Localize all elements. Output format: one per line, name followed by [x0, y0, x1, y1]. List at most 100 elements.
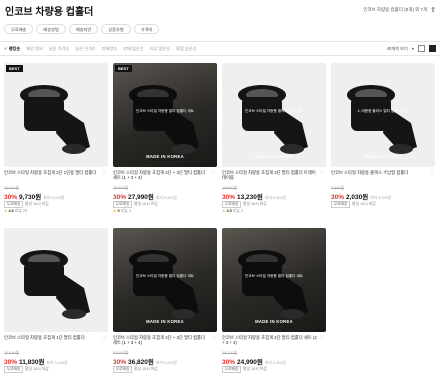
- sort-option[interactable]: 판매 많은순: [123, 46, 143, 52]
- product-image[interactable]: BEST 인코브 스타일 차량용 멀티 컵홀더 세트 MADE IN KOREA: [113, 63, 217, 167]
- sort-option[interactable]: 제안 정보: [26, 46, 43, 52]
- sale-price: 27,990원: [128, 194, 154, 201]
- made-in-korea-label: MADE IN KOREA: [255, 319, 293, 324]
- product-image[interactable]: 인코브 스타일 차량용 멀티 컵홀더 세트 MADE IN KOREA: [113, 228, 217, 332]
- heart-icon[interactable]: ♡: [102, 335, 107, 342]
- review-count: 리뷰 29: [14, 209, 28, 213]
- review-count: 리뷰 3: [120, 209, 131, 213]
- rating-value: 4.5: [226, 209, 232, 213]
- product-image[interactable]: BEST: [4, 63, 108, 167]
- shipping-tags: 무료배송 평일 16시 마감: [222, 201, 267, 208]
- list-view-icon[interactable]: [418, 45, 425, 52]
- shipping-tags: 무료배송 평일 16시 마감: [113, 366, 158, 373]
- shipping-deadline: 평일 16시 마감: [24, 202, 49, 206]
- free-shipping-tag: 무료배송: [222, 201, 241, 208]
- review-count: 리뷰 2: [232, 209, 243, 213]
- filter-chip[interactable]: 배송방법: [36, 24, 66, 34]
- filter-chip[interactable]: 무료배송: [4, 24, 34, 34]
- star-icon: ★: [113, 209, 117, 213]
- product-image-shape: [129, 85, 199, 154]
- shipping-deadline: 평일 16시 마감: [133, 202, 158, 206]
- sort-option[interactable]: 높은 가격순: [75, 46, 95, 52]
- discount-rate: 30%: [222, 359, 236, 366]
- heart-icon[interactable]: ♡: [211, 170, 216, 177]
- heart-icon[interactable]: ♡: [320, 335, 325, 342]
- view-controls: 40개씩 보기 ▾: [387, 45, 436, 52]
- heart-icon[interactable]: ♡: [320, 170, 325, 177]
- product-image[interactable]: 4, 대용량 플러스 멀티 컵홀더 수납 MADE IN KOREA: [331, 63, 435, 167]
- product-card[interactable]: 인코브 스타일 차량용 초집게 1단 멀티 컵홀더 ♡ 16,900원 30% 11,8…: [4, 228, 108, 373]
- filter-chip[interactable]: 상품유형: [101, 24, 131, 34]
- min-price-note: 최저 5,000원: [155, 361, 177, 365]
- sale-price: 11,830원: [19, 359, 45, 366]
- grid-view-icon[interactable]: [429, 45, 436, 52]
- shipping-tags: 무료배송 평일 16시 마감: [4, 201, 49, 208]
- rating-value: 5: [117, 209, 120, 213]
- search-summary[interactable]: 인코브 차량용 컵홀더 (8개) 외 7개: [363, 7, 427, 13]
- shipping-deadline: 평일 16시 마감: [242, 367, 267, 371]
- min-price-note: 최저 5,000원: [46, 361, 68, 365]
- star-icon: ★: [4, 209, 8, 213]
- product-image[interactable]: 인코브 스타일 차량용 멀티 컵홀더 세트 MADE IN KOREA: [222, 63, 326, 167]
- product-image[interactable]: [4, 228, 108, 332]
- sort-option[interactable]: 낮은 가격순: [49, 46, 69, 52]
- heart-icon[interactable]: ♡: [211, 335, 216, 342]
- rating-row: ★ 4.5 리뷰 2: [222, 208, 243, 214]
- header-right: 인코브 차량용 컵홀더 (8개) 외 7개 ⇪: [363, 6, 436, 14]
- made-in-korea-label: MADE IN KOREA: [364, 154, 402, 159]
- shipping-deadline: 평일 16시 마감: [133, 367, 158, 371]
- best-badge: BEST: [6, 65, 23, 72]
- share-icon[interactable]: ⇪: [430, 6, 436, 14]
- product-image-shape: [238, 250, 308, 319]
- product-card[interactable]: 인코브 스타일 차량용 멀티 컵홀더 세트 MADE IN KOREA 인코브 스타…: [222, 63, 326, 223]
- rating-value: 4.6: [8, 209, 14, 213]
- chevron-down-icon: ▾: [411, 46, 414, 51]
- product-card[interactable]: 인코브 스타일 차량용 멀티 컵홀더 세트 MADE IN KOREA 인코브 스타…: [222, 228, 326, 373]
- price-line: 30% 24,990원 최저 5,000원: [222, 356, 286, 366]
- sale-price: 2,030원: [346, 194, 369, 201]
- sort-option[interactable]: 판매량순: [102, 46, 117, 52]
- product-name[interactable]: 인코브 스타일 차량용 초집게 2단 멀티 컵홀더 세트 (2 + 3 + 4): [222, 335, 318, 346]
- discount-rate: 30%: [113, 359, 127, 366]
- price-line: 30% 36,820원 최저 5,000원: [113, 356, 177, 366]
- product-name[interactable]: 인코브 스타일 차량용 초집게 2단 + 3단 멀티 컵홀더 세트 (1 + 3…: [113, 170, 209, 181]
- product-name[interactable]: 인코브 스타일 차량용 플렉스 수납형 컵홀더: [331, 170, 427, 175]
- rating-row: ★ 5 리뷰 3: [113, 208, 131, 214]
- product-card[interactable]: 인코브 스타일 차량용 멀티 컵홀더 세트 MADE IN KOREA 인코브 스타…: [113, 228, 217, 373]
- filter-chips: 무료배송 배송방법 배송지연 상품유형 가격대: [4, 24, 160, 34]
- sort-option-active[interactable]: ✓ 랭킹순: [4, 46, 20, 52]
- product-card[interactable]: BEST 인코브 스타일 차량용 멀티 컵홀더 세트 MADE IN KOREA 인코…: [113, 63, 217, 223]
- discount-rate: 30%: [4, 359, 18, 366]
- per-page-select[interactable]: 40개씩 보기: [387, 46, 408, 52]
- price-line: 30% 27,990원 최저 5,000원: [113, 191, 177, 201]
- product-card[interactable]: BEST 인코브 스타일 차량용 초집게 2단 1인용 멀티 컵홀더 ♡ 13,900…: [4, 63, 108, 223]
- price-line: 30% 11,830원 최저 5,000원: [4, 356, 68, 366]
- shipping-tags: 무료배송 평일 16시 마감: [113, 201, 158, 208]
- product-name[interactable]: 인코브 스타일 차량용 초집게 2단 1인용 멀티 컵홀더: [4, 170, 100, 175]
- min-price-note: 최저 5,000원: [264, 361, 286, 365]
- product-card[interactable]: 4, 대용량 플러스 멀티 컵홀더 수납 MADE IN KOREA 인코브 스타일…: [331, 63, 435, 223]
- product-image[interactable]: 인코브 스타일 차량용 멀티 컵홀더 세트 MADE IN KOREA: [222, 228, 326, 332]
- sale-price: 13,230원: [237, 194, 263, 201]
- best-badge: BEST: [115, 65, 132, 72]
- sale-price: 24,990원: [237, 359, 263, 366]
- image-caption: 인코브 스타일 차량용 멀티 컵홀더 세트: [136, 109, 194, 113]
- sort-option[interactable]: 평점 높은순: [176, 46, 196, 52]
- discount-rate: 30%: [4, 194, 18, 201]
- discount-rate: 30%: [113, 194, 127, 201]
- filter-chip[interactable]: 배송지연: [68, 24, 99, 34]
- product-name[interactable]: 인코브 스타일 차량용 초집게 3단 멀티 컵홀더 트레이 테이블: [222, 170, 318, 181]
- shipping-tags: 무료배송 평일 16시 마감: [331, 201, 376, 208]
- price-line: 30% 13,230원 최저 5,000원: [222, 191, 286, 201]
- product-name[interactable]: 인코브 스타일 차량용 초집게 2단 + 3단 멀티 컵홀더 세트 (1 + 3…: [113, 335, 209, 346]
- product-image-shape: [20, 85, 90, 154]
- product-name[interactable]: 인코브 스타일 차량용 초집게 1단 멀티 컵홀더: [4, 335, 100, 340]
- free-shipping-tag: 무료배송: [113, 201, 132, 208]
- heart-icon[interactable]: ♡: [429, 170, 434, 177]
- price-line: 30% 9,730원 최저 5,000원: [4, 191, 64, 201]
- filter-chip[interactable]: 가격대: [133, 24, 160, 34]
- sort-option[interactable]: 리뷰 많은순: [150, 46, 170, 52]
- sort-bar: ✓ 랭킹순 제안 정보 낮은 가격순 높은 가격순 판매량순 판매 많은순 리뷰…: [0, 41, 440, 56]
- rating-row: ★ 4.6 리뷰 29: [4, 208, 27, 214]
- heart-icon[interactable]: ♡: [102, 170, 107, 177]
